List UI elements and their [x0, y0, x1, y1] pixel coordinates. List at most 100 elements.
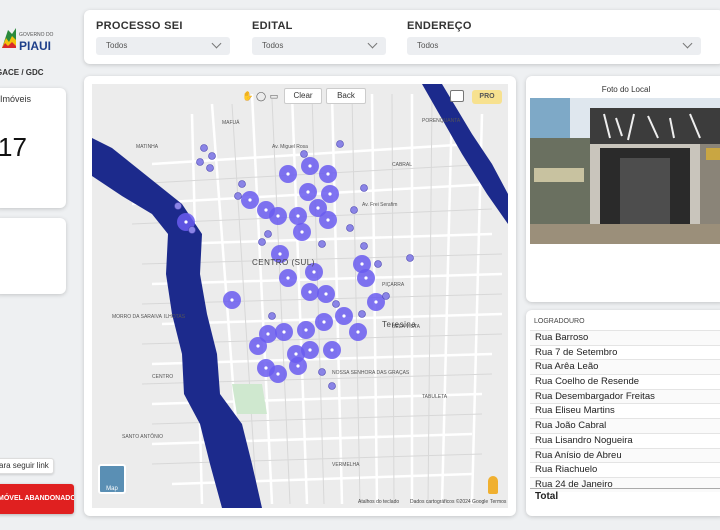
cluster-marker-center: [326, 218, 330, 222]
table-row[interactable]: Rua Anísio de Abreu: [530, 447, 720, 463]
property-marker[interactable]: [406, 254, 414, 262]
filter-edital: EDITAL Todos: [252, 20, 386, 55]
property-marker[interactable]: [206, 164, 214, 172]
cluster-marker-center: [278, 252, 282, 256]
brand-name: GOVERNO DO PIAUI: [19, 30, 53, 52]
property-marker[interactable]: [374, 260, 382, 268]
street-table-card: LOGRADOURO Rua Barroso Rua 7 de Setembro…: [526, 310, 720, 516]
property-marker[interactable]: [264, 230, 272, 238]
brand-logo: GOVERNO DO PIAUI GACE / GDC: [0, 10, 74, 77]
table-row[interactable]: Rua Coelho de Resende: [530, 374, 720, 389]
property-marker[interactable]: [188, 226, 196, 234]
endereco-select[interactable]: Todos: [407, 37, 701, 55]
property-marker[interactable]: [350, 206, 358, 214]
street-label: MORRO DA SARAIVA: [112, 314, 162, 320]
table-row[interactable]: Rua Eliseu Martins: [530, 403, 720, 418]
stat-label: Imóveis: [0, 94, 32, 104]
cluster-marker-center: [374, 300, 378, 304]
attribution-keyboard[interactable]: Atalhos do teclado: [358, 499, 399, 505]
lasso-icon[interactable]: ◯: [255, 90, 267, 102]
chevron-down-icon: [367, 38, 378, 49]
cluster-marker-center: [256, 344, 260, 348]
street-label: Av. Miguel Rosa: [272, 144, 308, 150]
table-row[interactable]: Rua 7 de Setembro: [530, 344, 720, 360]
stat-value: 17: [0, 132, 27, 162]
property-marker[interactable]: [358, 310, 366, 318]
table-row[interactable]: Rua Arêa Leão: [530, 359, 720, 375]
map-card: Av. Frei Serafim Av. Miguel Rosa MATINHA…: [84, 76, 516, 516]
piaui-flag-icon: [2, 28, 16, 48]
processo-sei-select[interactable]: Todos: [96, 37, 230, 55]
table-row[interactable]: Rua Desembargador Freitas: [530, 388, 720, 404]
street-view-icon[interactable]: [488, 476, 498, 494]
cluster-marker-center: [330, 348, 334, 352]
cluster-marker-center: [296, 214, 300, 218]
table-row[interactable]: Rua Barroso: [530, 330, 720, 345]
cluster-marker-center: [276, 214, 280, 218]
table-row[interactable]: Rua Lisandro Nogueira: [530, 432, 720, 448]
property-marker[interactable]: [268, 312, 276, 320]
property-marker[interactable]: [382, 292, 390, 300]
cluster-marker-center: [276, 372, 280, 376]
property-marker[interactable]: [318, 240, 326, 248]
properties-count-card: Imóveis 17: [0, 88, 66, 208]
cluster-marker-center: [304, 328, 308, 332]
brand-title: PIAUI: [19, 39, 52, 53]
comment-icon[interactable]: [450, 90, 464, 102]
property-marker[interactable]: [300, 150, 308, 158]
cluster-marker-center: [328, 192, 332, 196]
clear-button[interactable]: Clear: [284, 88, 322, 104]
property-marker[interactable]: [234, 192, 242, 200]
site-photo: [530, 98, 720, 244]
filter-endereco: ENDEREÇO Todos: [407, 20, 701, 55]
table-row[interactable]: Rua Riachuelo: [530, 462, 720, 477]
map-view[interactable]: Av. Frei Serafim Av. Miguel Rosa MATINHA…: [92, 84, 508, 508]
property-marker[interactable]: [258, 238, 266, 246]
property-marker[interactable]: [360, 242, 368, 250]
property-marker[interactable]: [318, 368, 326, 376]
follow-link-hint[interactable]: ara seguir link: [0, 458, 54, 474]
cluster-marker-center: [342, 314, 346, 318]
cluster-marker-center: [316, 206, 320, 210]
cluster-marker-center: [360, 262, 364, 266]
cluster-marker-center: [324, 292, 328, 296]
property-marker[interactable]: [174, 202, 182, 210]
street-label: TABULETA: [422, 394, 448, 400]
property-marker[interactable]: [208, 152, 216, 160]
edital-select[interactable]: Todos: [252, 37, 386, 55]
property-marker[interactable]: [332, 300, 340, 308]
property-marker[interactable]: [360, 184, 368, 192]
filter-bar: PROCESSO SEI Todos EDITAL Todos ENDEREÇO…: [84, 10, 720, 64]
cluster-marker-center: [264, 208, 268, 212]
filter-processo-sei: PROCESSO SEI Todos: [96, 20, 230, 55]
cluster-marker-center: [322, 320, 326, 324]
attribution-terms[interactable]: Termos: [490, 499, 506, 505]
pro-badge: PRO: [472, 90, 502, 104]
chevron-down-icon: [211, 38, 222, 49]
cluster-marker-center: [184, 220, 188, 224]
abandoned-property-button[interactable]: MÓVEL ABANDONADO: [0, 484, 74, 514]
property-marker[interactable]: [200, 144, 208, 152]
property-marker[interactable]: [238, 180, 246, 188]
property-marker[interactable]: [336, 140, 344, 148]
cluster-marker-center: [308, 348, 312, 352]
cluster-marker-center: [230, 298, 234, 302]
property-marker[interactable]: [196, 158, 204, 166]
property-marker[interactable]: [328, 382, 336, 390]
street-label: CENTRO: [152, 374, 174, 380]
rect-select-icon[interactable]: ▭: [268, 90, 280, 102]
map-type-toggle[interactable]: Map: [98, 464, 126, 494]
cluster-marker-center: [308, 164, 312, 168]
cluster-marker-center: [266, 332, 270, 336]
table-row[interactable]: Rua João Cabral: [530, 418, 720, 433]
filter-label: ENDEREÇO: [407, 20, 472, 32]
back-button[interactable]: Back: [326, 88, 366, 104]
attribution-data: Dados cartográficos ©2024 Google: [410, 499, 489, 505]
cluster-marker-center: [326, 172, 330, 176]
street-label: VERMELHA: [332, 462, 360, 468]
pan-icon[interactable]: ✋: [242, 90, 254, 102]
street-label: ILHOTAS: [164, 314, 186, 320]
property-marker[interactable]: [346, 224, 354, 232]
river-poti: [422, 84, 508, 224]
chevron-down-icon: [682, 38, 693, 49]
